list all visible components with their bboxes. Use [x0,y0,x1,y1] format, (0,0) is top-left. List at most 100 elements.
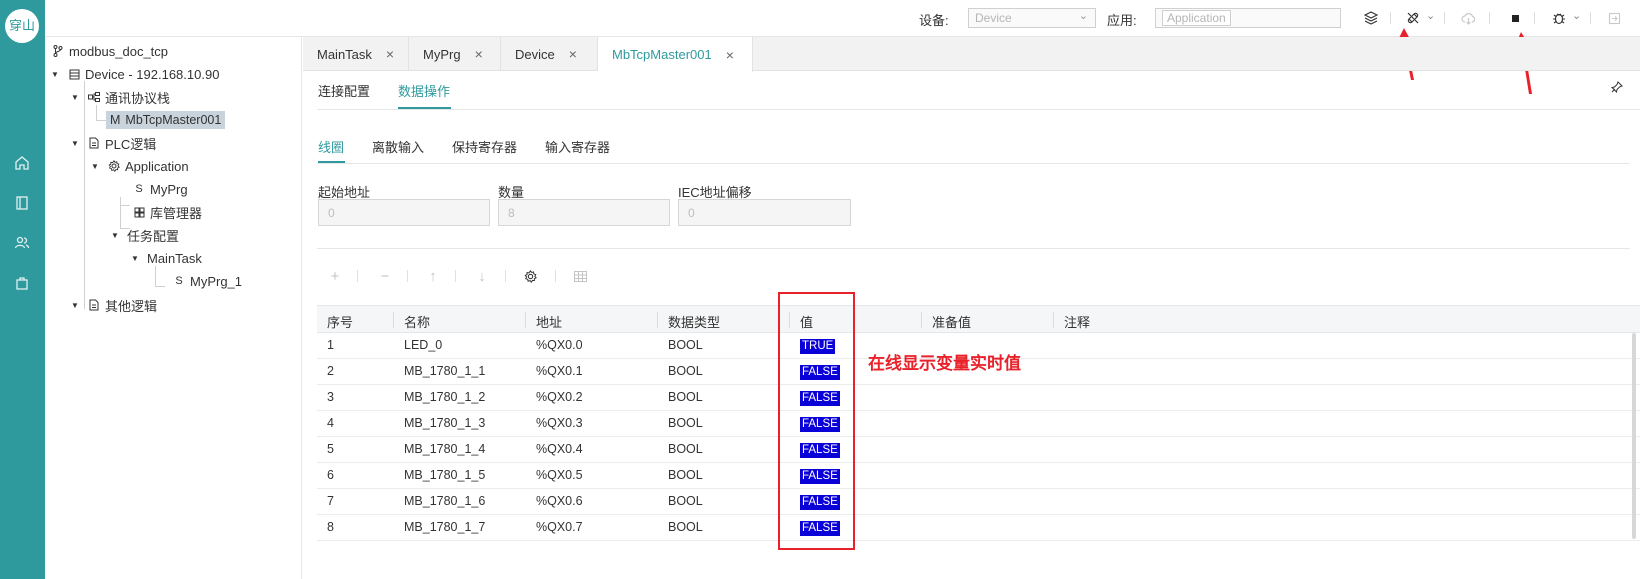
move-up-button[interactable]: ↑ [425,268,441,285]
tree-maintask[interactable]: ▼ MainTask [131,247,202,269]
col-name[interactable]: 名称 [404,312,430,331]
tree-project-label: modbus_doc_tcp [69,43,169,59]
table-row[interactable]: 7 MB_1780_1_6 %QX0.6 BOOL FALSE [317,489,1640,515]
chevron-down-icon[interactable]: ⌄ [1426,9,1435,22]
tree-device-label: Device - 192.168.10.90 [85,66,220,82]
program-icon: S [175,275,183,287]
tree-myprg1[interactable]: S MyPrg_1 [172,270,242,292]
tree-myprg1-label: MyPrg_1 [190,273,243,289]
caret-down-icon[interactable]: ▼ [111,231,121,240]
pin-icon[interactable] [1610,81,1625,95]
regtab-coils[interactable]: 线圈 [318,137,344,156]
document-icon [87,137,101,149]
chevron-down-icon[interactable]: ⌄ [1572,9,1581,22]
network-icon [87,92,101,102]
tab-maintask[interactable]: MainTask × [303,37,409,71]
caret-down-icon[interactable]: ▼ [91,162,101,171]
col-address[interactable]: 地址 [536,312,562,331]
tree-task-config-label: 任务配置 [127,228,180,244]
subtab-data-operations[interactable]: 数据操作 [398,81,450,100]
tree-maintask-label: MainTask [147,250,202,266]
table-row[interactable]: 4 MB_1780_1_3 %QX0.3 BOOL FALSE [317,411,1640,437]
col-comment[interactable]: 注释 [1064,312,1090,331]
caret-down-icon[interactable]: ▼ [71,93,81,102]
tab-device[interactable]: Device × [501,37,598,71]
tree-plc-logic[interactable]: ▼ PLC逻辑 [71,132,156,154]
tree-myprg[interactable]: S MyPrg [132,178,188,200]
tree-other-logic[interactable]: ▼ 其他逻辑 [71,294,157,316]
program-icon: S [135,183,143,195]
subtab-connection-config[interactable]: 连接配置 [318,81,370,100]
add-row-button[interactable]: + [327,268,343,285]
tree-library-manager-label: 库管理器 [150,205,203,221]
stop-icon[interactable] [1506,9,1524,27]
table-row[interactable]: 5 MB_1780_1_4 %QX0.4 BOOL FALSE [317,437,1640,463]
disconnect-icon[interactable] [1404,9,1422,27]
home-icon[interactable] [12,153,32,173]
tree-project[interactable]: modbus_doc_tcp [51,40,168,62]
table-header: 序号 名称 地址 数据类型 值 准备值 注释 [317,305,1640,333]
iec-offset-input[interactable]: 0 [678,199,851,226]
remove-row-button[interactable]: − [377,268,393,285]
regtab-discrete-inputs[interactable]: 离散输入 [372,137,424,156]
device-label: 设备: [919,13,949,28]
annotation-text: 在线显示变量实时值 [868,354,1021,373]
tree-comm-stack[interactable]: ▼ 通讯协议栈 [71,86,170,108]
application-label: 应用: [1107,13,1137,28]
branch-icon [51,45,65,57]
tree-library-manager[interactable]: 库管理器 [132,201,202,223]
tree-device[interactable]: ▼ Device - 192.168.10.90 [51,63,219,85]
debug-bug-icon[interactable] [1550,9,1568,27]
caret-down-icon[interactable]: ▼ [131,254,141,263]
tree-other-logic-label: 其他逻辑 [105,298,158,314]
table-row[interactable]: 3 MB_1780_1_2 %QX0.2 BOOL FALSE [317,385,1640,411]
tab-myprg[interactable]: MyPrg × [409,37,501,71]
editor-tabs: MainTask × MyPrg × Device × MbTcpMaster0… [303,37,1640,72]
book-icon[interactable] [12,193,32,213]
tree-comm-stack-label: 通讯协议栈 [105,90,171,106]
application-select[interactable]: Application [1155,8,1341,28]
regtab-input-registers[interactable]: 输入寄存器 [545,137,610,156]
table-row[interactable]: 6 MB_1780_1_5 %QX0.5 BOOL FALSE [317,463,1640,489]
download-cloud-icon[interactable] [1459,9,1477,27]
bag-icon[interactable] [12,273,32,293]
move-down-button[interactable]: ↓ [474,268,490,285]
tree-application-label: Application [125,158,189,174]
table-row[interactable]: 8 MB_1780_1_7 %QX0.7 BOOL FALSE [317,515,1640,541]
users-icon[interactable] [12,233,32,253]
table-icon[interactable] [572,268,588,284]
start-address-input[interactable]: 0 [318,199,490,226]
regtab-holding-registers[interactable]: 保持寄存器 [452,137,517,156]
caret-down-icon[interactable]: ▼ [51,70,61,79]
close-icon[interactable]: × [726,47,734,63]
tree-application[interactable]: ▼ Application [91,155,189,177]
annotation-highlight-box [778,292,855,550]
caret-down-icon[interactable]: ▼ [71,139,81,148]
tree-mbtcpmaster[interactable]: M MbTcpMaster001 [106,109,226,131]
layers-icon[interactable] [1362,9,1380,27]
col-index[interactable]: 序号 [327,312,353,331]
document-icon [87,299,101,311]
col-data-type[interactable]: 数据类型 [668,312,720,331]
app-logo: 穿山 [5,9,39,43]
top-bar: 设备: Device ⌄ 应用: Application ⌄ ⌄ [45,0,1640,37]
tree-task-config[interactable]: ▼ 任务配置 [111,224,179,246]
logout-icon[interactable] [1605,9,1623,27]
grid-icon [132,207,146,218]
close-icon[interactable]: × [569,46,577,62]
close-icon[interactable]: × [386,46,394,62]
tree-myprg-label: MyPrg [150,181,188,197]
table-scrollbar[interactable] [1632,333,1636,539]
tree-plc-logic-label: PLC逻辑 [105,136,157,152]
application-select-value: Application [1162,10,1231,26]
settings-gear-icon[interactable] [522,268,538,284]
device-select[interactable]: Device ⌄ [968,8,1096,28]
modbus-master-icon: M [110,113,121,127]
caret-down-icon[interactable]: ▼ [71,301,81,310]
col-prepared-value[interactable]: 准备值 [932,312,971,331]
gear-icon [107,160,121,172]
close-icon[interactable]: × [475,46,483,62]
device-select-value: Device [975,11,1012,25]
tab-mbtcpmaster001[interactable]: MbTcpMaster001 × [598,37,753,72]
count-input[interactable]: 8 [498,199,670,226]
